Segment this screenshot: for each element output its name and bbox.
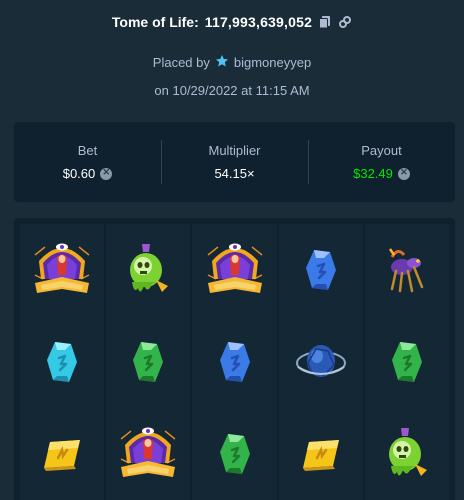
currency-icon <box>397 167 410 180</box>
tome-symbol <box>192 224 276 316</box>
reel-2 <box>106 224 191 500</box>
tome-symbol <box>106 408 190 500</box>
username-link[interactable]: bigmoneyyep <box>234 55 311 70</box>
orb-symbol <box>279 316 363 408</box>
payout-value-row: $32.49 <box>353 166 410 181</box>
rune-gem-cyan <box>20 316 104 408</box>
reel-3 <box>192 224 277 500</box>
payout-stat: Payout $32.49 <box>308 122 455 202</box>
bet-header: Tome of Life: 117,993,639,052 Placed by … <box>0 0 464 112</box>
potion-skull-symbol <box>106 224 190 316</box>
bet-date: on 10/29/2022 at 11:15 AM <box>154 83 310 98</box>
reel-4 <box>278 224 363 500</box>
potion-skull-symbol <box>365 408 449 500</box>
title-row: Tome of Life: 117,993,639,052 <box>0 14 464 30</box>
placed-by-row: Placed by bigmoneyyep <box>0 54 464 71</box>
payout-value: $32.49 <box>353 166 393 181</box>
multiplier-label: Multiplier <box>208 143 261 158</box>
reel-5 <box>364 224 450 500</box>
payout-label: Payout <box>361 143 402 158</box>
reel-1 <box>20 224 105 500</box>
placed-by-label: Placed by <box>152 55 210 70</box>
slot-grid <box>14 218 455 500</box>
currency-icon <box>100 167 113 180</box>
spider-symbol <box>365 224 449 316</box>
multiplier-value-row: 54.15× <box>214 166 254 181</box>
copy-icon[interactable] <box>318 15 332 29</box>
rune-gem-yellow <box>279 408 363 500</box>
rune-gem-blue <box>279 224 363 316</box>
rune-gem-blue <box>192 316 276 408</box>
multiplier-value: 54.15× <box>214 166 255 181</box>
rune-gem-green <box>192 408 276 500</box>
bet-stat: Bet $0.60 <box>14 122 161 202</box>
bet-stats-panel: Bet $0.60 Multiplier 54.15× Payout $32.4… <box>14 122 455 202</box>
vip-star-icon <box>215 54 229 71</box>
multiplier-stat: Multiplier 54.15× <box>161 122 308 202</box>
reels <box>20 224 450 500</box>
bet-value: $0.60 <box>62 166 96 181</box>
rune-gem-green <box>365 316 449 408</box>
game-name: Tome of Life: <box>111 14 199 30</box>
bet-value-row: $0.60 <box>63 166 113 181</box>
link-icon[interactable] <box>338 15 352 29</box>
tome-symbol <box>20 224 104 316</box>
bet-label: Bet <box>77 143 98 158</box>
bet-id: 117,993,639,052 <box>204 14 313 30</box>
rune-gem-yellow <box>20 408 104 500</box>
rune-gem-green <box>106 316 190 408</box>
